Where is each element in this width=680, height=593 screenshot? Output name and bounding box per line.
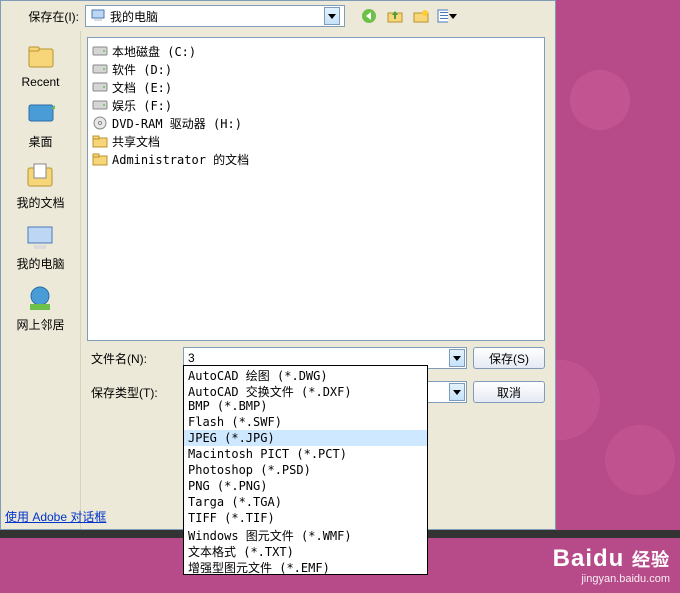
filename-label: 文件名(N): [87,350,177,367]
filetype-option[interactable]: 文本格式 (*.TXT) [184,542,427,558]
filetype-option[interactable]: BMP (*.BMP) [184,398,427,414]
file-item-label: Administrator 的文档 [112,151,249,168]
filename-value: 3 [188,351,195,365]
save-in-dropdown-button[interactable] [324,7,340,25]
place-recent[interactable]: Recent [21,41,59,89]
bottom-links: 使用 Adobe 对话框 [5,508,106,525]
file-item[interactable]: Administrator 的文档 [92,150,540,168]
mydocs-icon [24,160,56,192]
chevron-down-icon [453,356,461,361]
file-item[interactable]: DVD-RAM 驱动器 (H:) [92,114,540,132]
save-in-combo[interactable]: 我的电脑 [85,5,345,27]
file-item[interactable]: 本地磁盘 (C:) [92,42,540,60]
filename-dropdown-button[interactable] [449,349,465,367]
desktop-icon [25,99,57,131]
mycomputer-icon [90,7,106,26]
cancel-button[interactable]: 取消 [473,381,545,403]
filetype-option[interactable]: AutoCAD 绘图 (*.DWG) [184,366,427,382]
watermark-suffix: 经验 [632,550,670,570]
places-sidebar: Recent 桌面 我的文档 我的电脑 网上邻居 [1,31,81,529]
save-button[interactable]: 保存(S) [473,347,545,369]
chevron-down-icon [328,14,336,19]
place-label: 我的电脑 [16,255,64,272]
file-item-label: 本地磁盘 (C:) [112,43,196,60]
folder-icon [92,133,108,149]
file-list[interactable]: 本地磁盘 (C:)软件 (D:)文档 (E:)娱乐 (F:)DVD-RAM 驱动… [87,37,545,341]
file-item-label: 文档 (E:) [112,79,172,96]
hdd-icon [92,61,108,77]
use-adobe-dialog-link[interactable]: 使用 Adobe 对话框 [5,510,106,524]
filetype-dropdown-list[interactable]: AutoCAD 绘图 (*.DWG)AutoCAD 交换文件 (*.DXF)BM… [183,365,428,575]
place-label: Recent [21,75,59,89]
place-desktop[interactable]: 桌面 [25,99,57,150]
mycomputer-icon [24,221,56,253]
view-menu-button[interactable] [437,6,457,26]
filetype-option[interactable]: Photoshop (*.PSD) [184,462,427,478]
filetype-option[interactable]: Targa (*.TGA) [184,494,427,510]
save-in-value: 我的电脑 [110,8,158,25]
watermark-brand: Baidu [553,545,625,572]
filetype-option[interactable]: PNG (*.PNG) [184,478,427,494]
save-in-label: 保存在(I): [7,8,79,25]
hdd-icon [92,97,108,113]
filetype-option[interactable]: 增强型图元文件 (*.EMF) [184,558,427,574]
filetype-option[interactable]: JPEG (*.JPG) [184,430,427,446]
hdd-icon [92,79,108,95]
network-icon [24,282,56,314]
place-network[interactable]: 网上邻居 [16,282,64,333]
filetype-option[interactable]: AutoCAD 交换文件 (*.DXF) [184,382,427,398]
place-mycomputer[interactable]: 我的电脑 [16,221,64,272]
recent-icon [25,41,57,73]
new-folder-button[interactable] [411,6,431,26]
file-item[interactable]: 娱乐 (F:) [92,96,540,114]
filetype-option[interactable]: TIFF (*.TIF) [184,510,427,526]
dvd-icon [92,115,108,131]
place-label: 我的文档 [16,194,64,211]
top-row: 保存在(I): 我的电脑 [1,1,555,31]
back-button[interactable] [359,6,379,26]
place-label: 桌面 [28,133,52,150]
file-item-label: 软件 (D:) [112,61,172,78]
file-item[interactable]: 软件 (D:) [92,60,540,78]
file-item[interactable]: 共享文档 [92,132,540,150]
file-item[interactable]: 文档 (E:) [92,78,540,96]
file-item-label: DVD-RAM 驱动器 (H:) [112,115,242,132]
chevron-down-icon [453,390,461,395]
file-item-label: 共享文档 [112,133,160,150]
watermark-url: jingyan.baidu.com [553,573,670,585]
filetype-dropdown-button[interactable] [449,383,465,401]
filetype-option[interactable]: Flash (*.SWF) [184,414,427,430]
filetype-option[interactable]: Macintosh PICT (*.PCT) [184,446,427,462]
folder-icon [92,151,108,167]
toolbar [359,6,457,26]
place-label: 网上邻居 [16,316,64,333]
chevron-down-icon [449,14,457,19]
filetype-option[interactable]: Windows 图元文件 (*.WMF) [184,526,427,542]
file-item-label: 娱乐 (F:) [112,97,172,114]
watermark: Baidu 经验 jingyan.baidu.com [553,545,670,585]
filetype-label: 保存类型(T): [87,384,177,401]
up-folder-button[interactable] [385,6,405,26]
hdd-icon [92,43,108,59]
place-mydocs[interactable]: 我的文档 [16,160,64,211]
